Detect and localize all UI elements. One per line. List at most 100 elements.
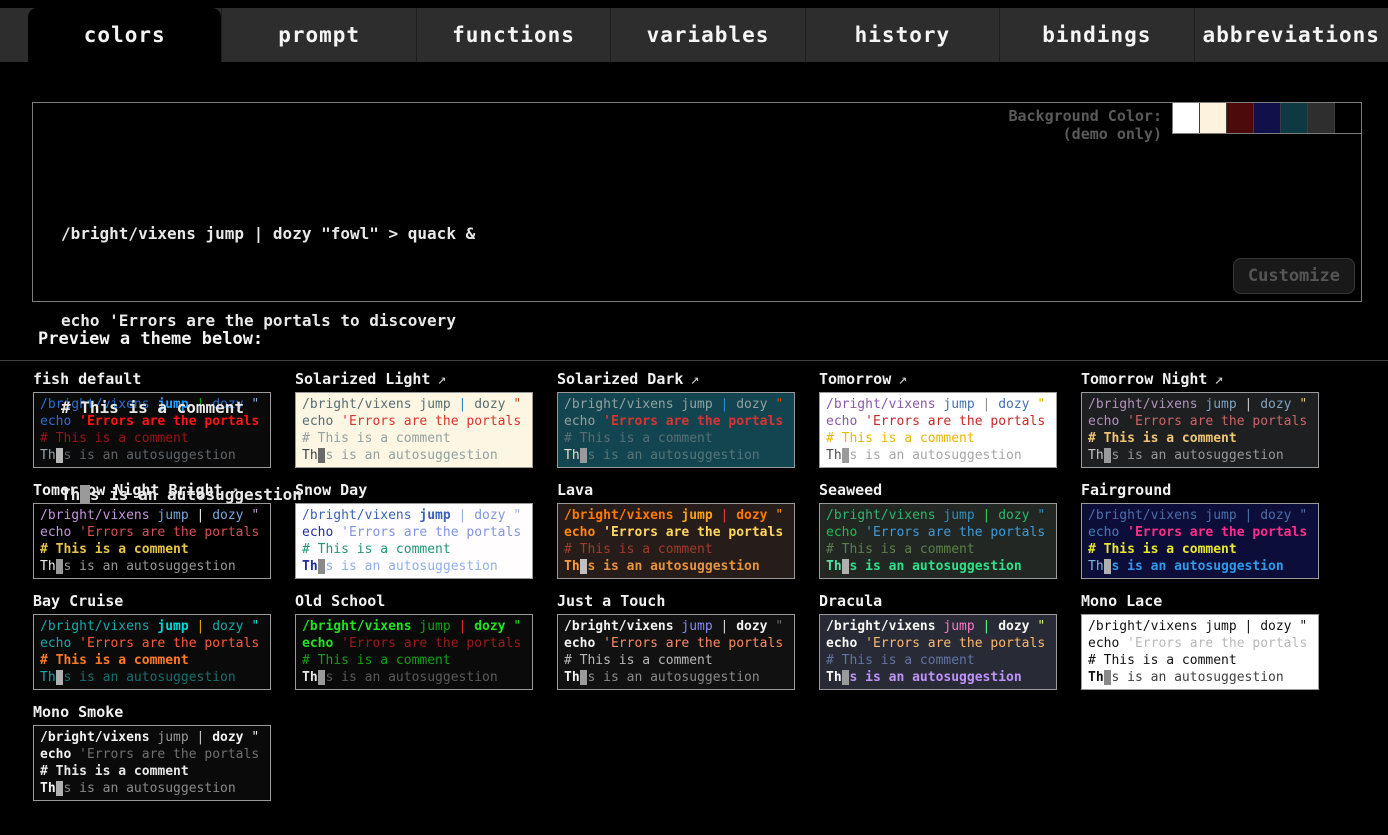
card-line-comment: # This is a comment [302,652,526,669]
bg-swatch-2[interactable] [1226,103,1253,133]
theme-mono-smoke: Mono Smoke/bright/vixens jump | dozy "ec… [33,703,271,801]
token-path: /bright/vixens [564,619,674,634]
token-path: /bright/vixens [302,619,412,634]
sample-line-command: /bright/vixens jump | dozy "fowl" > quac… [61,219,1361,248]
autosuggestion-text: s is an autosuggestion [90,485,302,504]
token-param: jump [157,619,188,634]
token-path: /bright/vixens [40,619,150,634]
theme-name: Just a Touch [557,592,665,610]
token-param: jump [419,619,450,634]
token-param: jump [157,730,188,745]
sample-line-comment: # This is a comment [61,393,1361,422]
tab-history[interactable]: history [805,8,999,62]
token-typed: Th [40,781,56,796]
bg-swatch-4[interactable] [1280,103,1307,133]
tab-abbreviations[interactable]: abbreviations [1194,8,1388,62]
tab-prompt[interactable]: prompt [221,8,415,62]
tab-colors[interactable]: colors [28,8,221,62]
token-typed: Th [1088,670,1104,685]
token-auto: s is an autosuggestion [63,670,235,685]
token-echo: echo [40,636,71,651]
card-line-autosuggestion: This is an autosuggestion [302,669,526,686]
card-line-command: /bright/vixens jump | dozy " [564,618,788,635]
background-color-label-line2: (demo only) [1008,125,1162,143]
card-line-autosuggestion: This is an autosuggestion [1088,669,1312,686]
token-cmd2: dozy [1260,619,1291,634]
token-auto: s is an autosuggestion [63,781,235,796]
background-color-picker: Background Color: (demo only) [1008,102,1362,143]
token-typed: Th [826,670,842,685]
card-line-autosuggestion: This is an autosuggestion [826,669,1050,686]
token-quote: " [513,619,521,634]
theme-name: Mono Smoke [33,703,123,721]
background-swatches [1172,102,1362,134]
tab-functions[interactable]: functions [416,8,610,62]
token-echo: echo [826,636,857,651]
token-pipe: | [1245,619,1253,634]
tab-bindings[interactable]: bindings [999,8,1193,62]
token-pipe: | [197,730,205,745]
token-typed: Th [302,670,318,685]
theme-card-dracula[interactable]: /bright/vixens jump | dozy "echo 'Errors… [819,614,1057,690]
bg-swatch-5[interactable] [1307,103,1334,133]
theme-card-just-a-touch[interactable]: /bright/vixens jump | dozy "echo 'Errors… [557,614,795,690]
card-line-comment: # This is a comment [826,652,1050,669]
token-quote: " [251,619,259,634]
theme-card-bay-cruise[interactable]: /bright/vixens jump | dozy "echo 'Errors… [33,614,271,690]
token-str: 'Errors are the portals [1127,636,1307,651]
token-auto: s is an autosuggestion [587,670,759,685]
token-auto: s is an autosuggestion [849,670,1021,685]
theme-card-mono-lace[interactable]: /bright/vixens jump | dozy " echo 'Errors… [1081,614,1319,690]
bg-swatch-3[interactable] [1253,103,1280,133]
tab-bar: colorspromptfunctionsvariableshistorybin… [0,8,1388,62]
theme-title: Dracula [819,592,1057,614]
theme-title: Just a Touch [557,592,795,614]
theme-card-old-school[interactable]: /bright/vixens jump | dozy "echo 'Errors… [295,614,533,690]
cursor-block: i [80,485,90,504]
token-comment: # This is a comment [1088,653,1237,668]
bg-swatch-1[interactable] [1199,103,1226,133]
token-str: 'Errors are the portals [79,747,259,762]
token-str: 'Errors are the portals [865,636,1045,651]
sample-line-quote: echo 'Errors are the portals to discover… [61,306,1361,335]
token-comment: # This is a comment [564,653,713,668]
theme-dracula: Dracula/bright/vixens jump | dozy "echo … [819,592,1057,690]
card-line-quote: echo 'Errors are the portals [826,635,1050,652]
token-pipe: | [721,619,729,634]
token-quote: " [1299,619,1307,634]
token-quote: " [775,619,783,634]
token-comment: # This is a comment [40,653,189,668]
token-cmd2: dozy [998,619,1029,634]
token-echo: echo [564,636,595,651]
token-comment: # This is a comment [826,653,975,668]
card-line-command: /bright/vixens jump | dozy " [40,729,264,746]
theme-name: Bay Cruise [33,592,123,610]
card-line-command: /bright/vixens jump | dozy " [40,618,264,635]
card-line-quote: echo 'Errors are the portals [302,635,526,652]
token-path: /bright/vixens [1088,619,1198,634]
token-cmd2: dozy [212,619,243,634]
theme-title: Mono Smoke [33,703,271,725]
token-auto: s is an autosuggestion [325,670,497,685]
theme-mono-lace: Mono Lace/bright/vixens jump | dozy " ech… [1081,592,1319,690]
token-param: jump [1205,619,1236,634]
tab-variables[interactable]: variables [610,8,804,62]
token-param: jump [681,619,712,634]
token-echo: echo [1088,636,1119,651]
theme-name: Dracula [819,592,882,610]
token-cmd2: dozy [212,730,243,745]
theme-card-mono-smoke[interactable]: /bright/vixens jump | dozy "echo 'Errors… [33,725,271,801]
theme-name: Mono Lace [1081,592,1162,610]
customize-button[interactable]: Customize [1233,258,1355,294]
token-echo: echo [302,636,333,651]
token-str: 'Errors are the portals [79,636,259,651]
theme-title: Mono Lace [1081,592,1319,614]
card-line-autosuggestion: This is an autosuggestion [40,669,264,686]
bg-swatch-6[interactable] [1334,103,1361,133]
theme-title: Bay Cruise [33,592,271,614]
background-color-label-line1: Background Color: [1008,107,1162,125]
bg-swatch-0[interactable] [1173,103,1199,133]
token-str: 'Errors are the portals [603,636,783,651]
theme-old-school: Old School/bright/vixens jump | dozy "ec… [295,592,533,690]
token-typed: Th [564,670,580,685]
